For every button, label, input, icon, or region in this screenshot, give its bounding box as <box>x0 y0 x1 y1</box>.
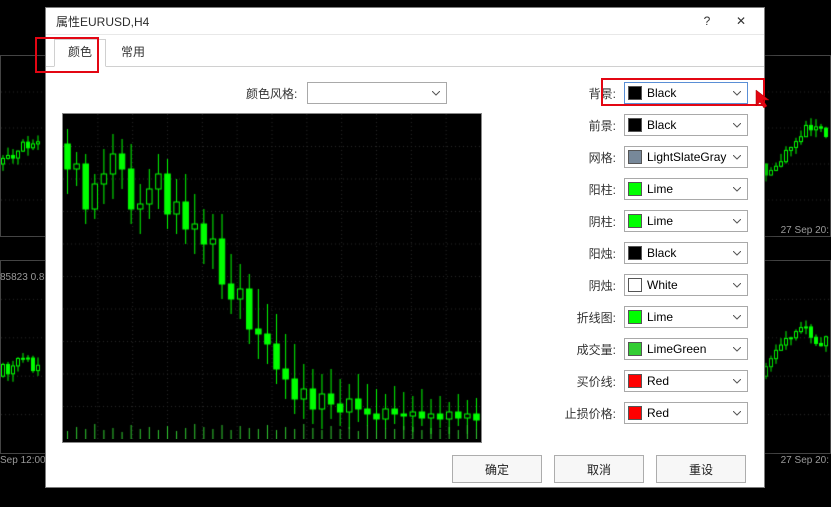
chevron-down-icon <box>729 155 744 160</box>
chevron-down-icon <box>729 219 744 224</box>
properties-dialog: 属性EURUSD,H4 ? ✕ 颜色 常用 颜色风格: 背景: Black 前景: B… <box>45 7 765 488</box>
option-row-3: 阳柱: Lime <box>564 177 748 201</box>
color-select-4[interactable]: Lime <box>624 210 748 232</box>
color-select-0[interactable]: Black <box>624 82 748 104</box>
color-swatch <box>628 182 642 196</box>
bg-time-a: Sep 12:00 <box>0 455 46 466</box>
color-select-6[interactable]: White <box>624 274 748 296</box>
help-button[interactable]: ? <box>690 8 724 34</box>
option-row-7: 折线图:Lime <box>564 305 748 329</box>
color-select-7[interactable]: Lime <box>624 306 748 328</box>
option-label: 前景: <box>564 117 616 134</box>
chevron-down-icon <box>729 379 744 384</box>
option-label: 阳烛: <box>564 245 616 262</box>
option-label: 阴柱: <box>564 213 616 230</box>
option-row-6: 阴烛: White <box>564 273 748 297</box>
option-label: 阳柱: <box>564 181 616 198</box>
ok-button[interactable]: 确定 <box>452 455 542 483</box>
color-select-5[interactable]: Black <box>624 242 748 264</box>
bg-price: 85823 0.8 <box>0 272 45 283</box>
option-label: 成交量: <box>552 341 616 358</box>
option-row-1: 前景: Black <box>564 113 748 137</box>
color-style-select[interactable] <box>307 82 447 104</box>
chevron-down-icon <box>729 411 744 416</box>
option-row-0: 背景: Black <box>564 81 748 105</box>
chevron-down-icon <box>428 91 443 96</box>
color-swatch <box>628 278 642 292</box>
option-row-5: 阳烛: Black <box>564 241 748 265</box>
color-name: Red <box>647 406 729 420</box>
color-name: Lime <box>647 182 729 196</box>
color-name: White <box>647 278 729 292</box>
option-label: 阴烛: <box>564 277 616 294</box>
color-name: Black <box>647 86 729 100</box>
color-swatch <box>628 150 642 164</box>
bg-time-b: 27 Sep 20: <box>781 225 829 236</box>
color-swatch <box>628 342 642 356</box>
color-swatch <box>628 310 642 324</box>
color-select-9[interactable]: Red <box>624 370 748 392</box>
dialog-buttons: 确定 取消 重设 <box>46 451 764 487</box>
dialog-title: 属性EURUSD,H4 <box>56 13 690 30</box>
tab-common[interactable]: 常用 <box>108 40 158 66</box>
chevron-down-icon <box>729 347 744 352</box>
color-name: Lime <box>647 310 729 324</box>
color-swatch <box>628 246 642 260</box>
titlebar: 属性EURUSD,H4 ? ✕ <box>46 8 764 35</box>
color-swatch <box>628 118 642 132</box>
color-select-3[interactable]: Lime <box>624 178 748 200</box>
option-row-10: 止损价格:Red <box>564 401 748 425</box>
color-select-10[interactable]: Red <box>624 402 748 424</box>
chevron-down-icon <box>729 315 744 320</box>
close-button[interactable]: ✕ <box>724 8 758 34</box>
cancel-button[interactable]: 取消 <box>554 455 644 483</box>
chevron-down-icon <box>729 283 744 288</box>
color-select-2[interactable]: LightSlateGray <box>624 146 748 168</box>
bg-time-c: 27 Sep 20: <box>781 455 829 466</box>
color-swatch <box>628 374 642 388</box>
option-label: 买价线: <box>552 373 616 390</box>
color-name: LightSlateGray <box>647 150 729 164</box>
color-name: Black <box>647 246 729 260</box>
color-style-label: 颜色风格: <box>246 85 297 102</box>
color-select-8[interactable]: LimeGreen <box>624 338 748 360</box>
color-name: Lime <box>647 214 729 228</box>
chevron-down-icon <box>729 187 744 192</box>
color-name: LimeGreen <box>647 342 729 356</box>
option-label: 折线图: <box>552 309 616 326</box>
tab-colors[interactable]: 颜色 <box>54 39 106 67</box>
color-name: Red <box>647 374 729 388</box>
option-label: 止损价格: <box>552 405 616 422</box>
color-swatch <box>628 86 642 100</box>
reset-button[interactable]: 重设 <box>656 455 746 483</box>
color-select-1[interactable]: Black <box>624 114 748 136</box>
chart-preview <box>62 113 482 443</box>
chevron-down-icon <box>729 91 744 96</box>
option-row-4: 阴柱: Lime <box>564 209 748 233</box>
chevron-down-icon <box>729 251 744 256</box>
option-label: 背景: <box>564 85 616 102</box>
option-row-8: 成交量:LimeGreen <box>564 337 748 361</box>
tab-bar: 颜色 常用 <box>46 38 764 67</box>
chevron-down-icon <box>729 123 744 128</box>
option-label: 网格: <box>564 149 616 166</box>
color-swatch <box>628 214 642 228</box>
color-swatch <box>628 406 642 420</box>
color-name: Black <box>647 118 729 132</box>
option-row-9: 买价线:Red <box>564 369 748 393</box>
option-row-2: 网格: LightSlateGray <box>564 145 748 169</box>
